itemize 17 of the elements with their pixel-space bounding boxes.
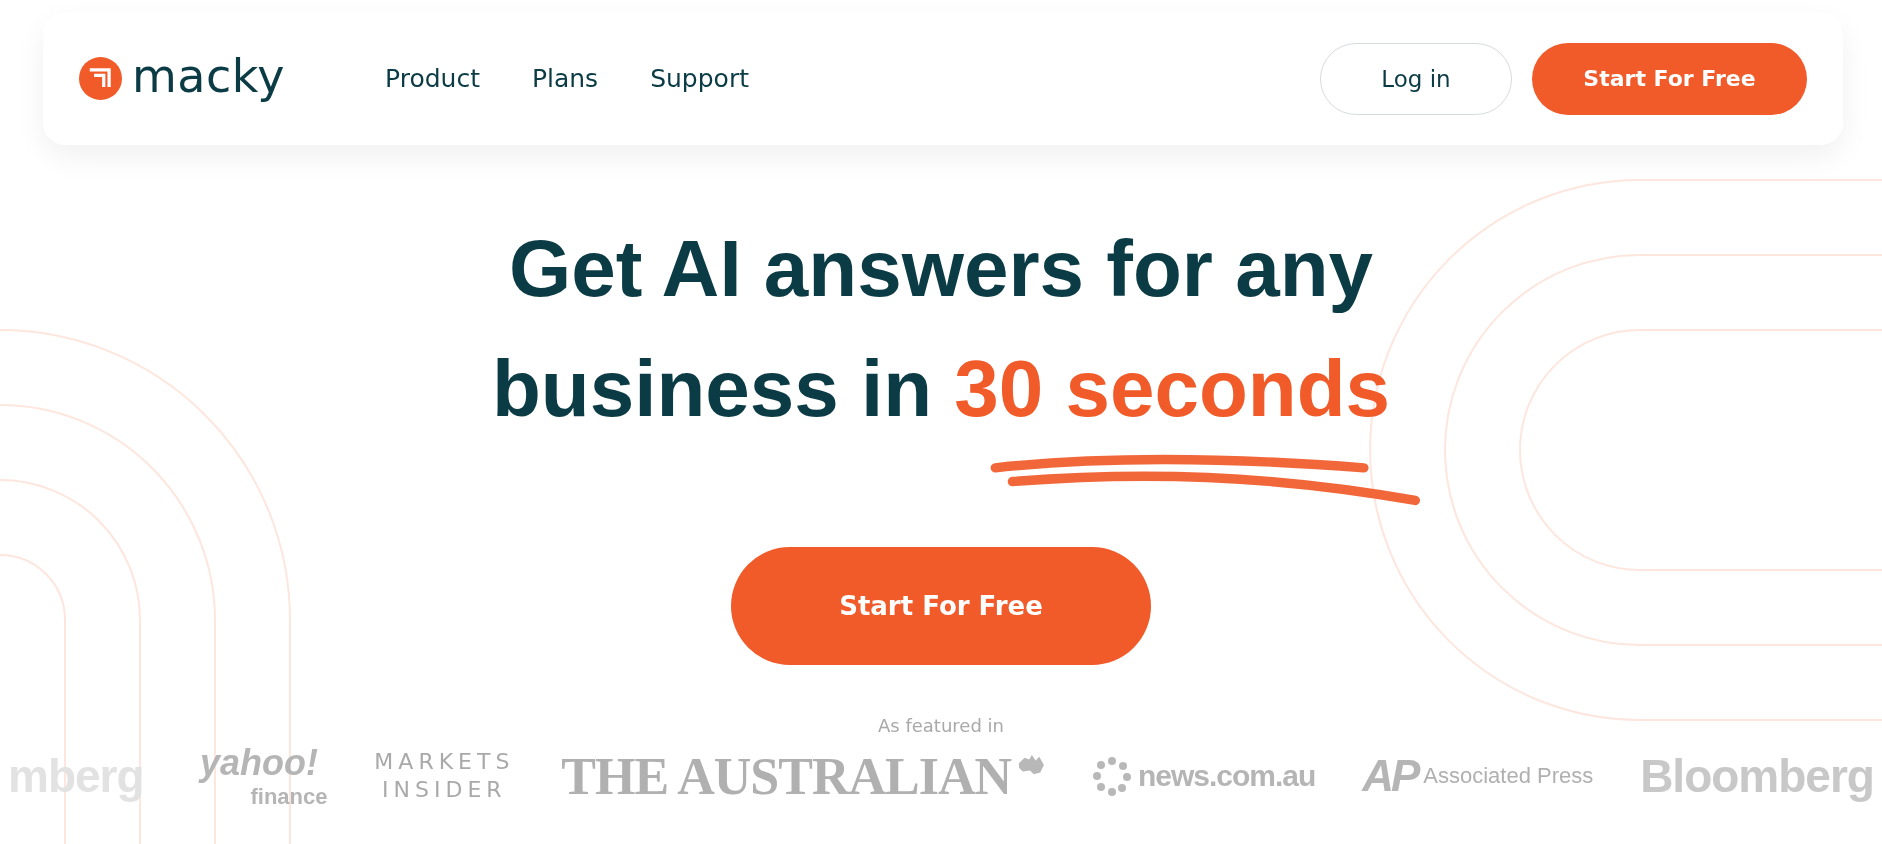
- nav-link[interactable]: Plans: [531, 64, 599, 93]
- press-logo-text: yahoo!: [199, 742, 318, 784]
- press-logo-text: INSIDER: [382, 776, 507, 804]
- login-button[interactable]: Log in: [1320, 42, 1512, 115]
- press-logo-text: AP: [1362, 751, 1418, 801]
- press-logo-text: finance: [250, 784, 328, 810]
- brand-name[interactable]: macky: [132, 48, 285, 103]
- press-logo-text: news.com.au: [1137, 759, 1316, 793]
- nav-link[interactable]: Product: [385, 64, 480, 93]
- featured-label: As featured in: [878, 715, 1004, 736]
- press-logo-text: MARKETS: [374, 748, 515, 776]
- nav-link[interactable]: Support: [650, 64, 749, 93]
- press-logo-text: Associated Press: [1423, 763, 1594, 789]
- headline: Get AI answers for any business in 30 seconds: [491, 223, 1391, 435]
- press-logo-text: THE AUSTRALIAN: [561, 746, 1012, 806]
- dot-ring-icon: [1091, 756, 1132, 796]
- logo-icon: [79, 57, 122, 100]
